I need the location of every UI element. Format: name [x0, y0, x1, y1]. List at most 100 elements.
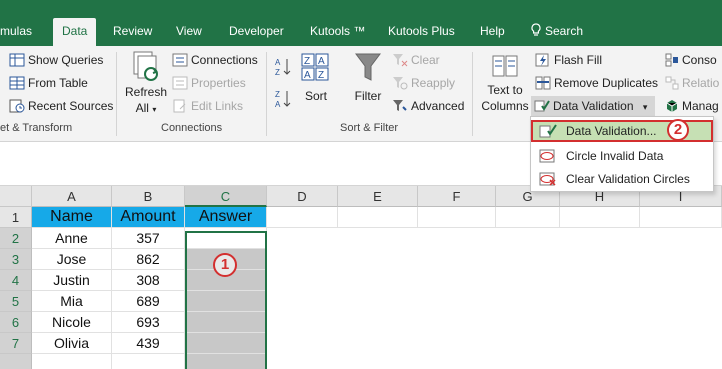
- menu-item-clear-validation-circles[interactable]: Clear Validation Circles: [531, 168, 713, 190]
- column-header-f[interactable]: F: [418, 186, 496, 207]
- cell-b1[interactable]: Amount: [112, 207, 185, 228]
- table-icon: [9, 76, 25, 90]
- text-to-columns-button[interactable]: Text to Columns: [480, 52, 530, 114]
- recent-sources-button[interactable]: Recent Sources: [9, 98, 113, 114]
- group-label-sort-filter: Sort & Filter: [340, 122, 399, 134]
- row-header-4[interactable]: 4: [0, 270, 32, 291]
- cell-answer[interactable]: [185, 354, 267, 369]
- column-header-b[interactable]: B: [112, 186, 185, 207]
- advanced-filter-button[interactable]: Advanced: [392, 98, 464, 114]
- connections-button[interactable]: Connections: [172, 52, 258, 68]
- refresh-all-button[interactable]: Refresh All ▾: [124, 50, 168, 120]
- cell-amount[interactable]: 308: [112, 270, 185, 291]
- cell-c1[interactable]: Answer: [185, 207, 267, 228]
- tab-data[interactable]: Data: [53, 18, 97, 46]
- sort-az-icon[interactable]: AZ: [274, 56, 292, 81]
- cell-d1[interactable]: [267, 207, 338, 228]
- cell-i1[interactable]: [640, 207, 722, 228]
- show-queries-button[interactable]: Show Queries: [9, 52, 103, 68]
- refresh-icon: [133, 51, 158, 81]
- tab-developer[interactable]: Developer: [229, 22, 284, 46]
- row-header-1[interactable]: 1: [0, 207, 32, 228]
- sort-button[interactable]: Z A A Z Sort: [298, 52, 334, 104]
- properties-button[interactable]: Properties: [172, 75, 246, 91]
- ribbon-tab-bar: mulas Data Review View Developer Kutools…: [0, 0, 722, 46]
- cell-name[interactable]: Nicole: [32, 312, 112, 333]
- sort-za-icon[interactable]: ZA: [274, 88, 292, 113]
- svg-text:A: A: [304, 70, 311, 81]
- tab-kutools-plus[interactable]: Kutools Plus: [388, 22, 455, 46]
- data-validation-icon: [534, 100, 550, 112]
- cell-answer[interactable]: [185, 228, 267, 249]
- row-header-5[interactable]: 5: [0, 291, 32, 312]
- tell-me-search[interactable]: Search: [530, 22, 583, 46]
- cell-name[interactable]: Mia: [32, 291, 112, 312]
- cell-answer[interactable]: [185, 333, 267, 354]
- tab-review[interactable]: Review: [113, 22, 152, 46]
- reapply-button[interactable]: Reapply: [392, 75, 455, 91]
- cell-answer[interactable]: [185, 291, 267, 312]
- svg-text:Z: Z: [318, 70, 324, 81]
- from-table-button[interactable]: From Table: [9, 75, 88, 91]
- cell-name[interactable]: Jose: [32, 249, 112, 270]
- row-header-6[interactable]: 6: [0, 312, 32, 333]
- svg-text:Z: Z: [275, 68, 280, 77]
- column-header-c[interactable]: C: [185, 186, 267, 207]
- svg-text:A: A: [275, 58, 281, 67]
- remove-duplicates-icon: [535, 76, 551, 90]
- cell-amount[interactable]: [112, 354, 185, 369]
- cell-name[interactable]: [32, 354, 112, 369]
- cell-amount[interactable]: 439: [112, 333, 185, 354]
- cell-h1[interactable]: [560, 207, 640, 228]
- clear-filter-button[interactable]: Clear: [392, 52, 440, 68]
- edit-links-button[interactable]: Edit Links: [172, 98, 243, 114]
- menu-item-circle-invalid-data[interactable]: Circle Invalid Data: [531, 145, 713, 167]
- tab-view[interactable]: View: [176, 22, 202, 46]
- filter-label: Filter: [354, 89, 382, 103]
- svg-text:Z: Z: [275, 90, 280, 99]
- cell-answer[interactable]: [185, 312, 267, 333]
- chevron-down-icon: ▾: [152, 105, 157, 114]
- tab-formulas[interactable]: mulas: [0, 22, 32, 46]
- tab-kutools[interactable]: Kutools ™: [310, 22, 365, 46]
- circle-invalid-icon: [539, 149, 555, 163]
- cell-name[interactable]: Olivia: [32, 333, 112, 354]
- row-header-3[interactable]: 3: [0, 249, 32, 270]
- consolidate-button[interactable]: Conso: [665, 52, 717, 68]
- filter-button[interactable]: Filter: [350, 52, 386, 104]
- menu-item-label: Data Validation...: [566, 124, 657, 138]
- cell-amount[interactable]: 862: [112, 249, 185, 270]
- select-all-corner[interactable]: [0, 186, 32, 207]
- row-header-7[interactable]: 7: [0, 333, 32, 354]
- tab-help[interactable]: Help: [480, 22, 505, 46]
- text-to-columns-icon: [492, 55, 518, 77]
- svg-text:A: A: [275, 100, 281, 109]
- text-to-columns-label-line2: Columns: [481, 99, 529, 113]
- relationships-icon: [665, 76, 679, 90]
- cell-a1[interactable]: Name: [32, 207, 112, 228]
- cell-name[interactable]: Justin: [32, 270, 112, 291]
- cell-amount[interactable]: 693: [112, 312, 185, 333]
- menu-item-label: Circle Invalid Data: [566, 149, 664, 163]
- svg-text:Z: Z: [304, 56, 310, 67]
- manage-data-model-button[interactable]: Manag: [665, 98, 719, 114]
- relationships-button[interactable]: Relatio: [665, 75, 719, 91]
- column-header-d[interactable]: D: [267, 186, 338, 207]
- column-header-a[interactable]: A: [32, 186, 112, 207]
- column-header-e[interactable]: E: [338, 186, 418, 207]
- cell-name[interactable]: Anne: [32, 228, 112, 249]
- row-header-8[interactable]: [0, 354, 32, 369]
- cell-f1[interactable]: [418, 207, 496, 228]
- cell-amount[interactable]: 357: [112, 228, 185, 249]
- remove-duplicates-button[interactable]: Remove Duplicates: [535, 75, 658, 91]
- step-callout-2: 2: [667, 119, 689, 141]
- cell-g1[interactable]: [496, 207, 560, 228]
- cell-e1[interactable]: [338, 207, 418, 228]
- group-label-get-transform: et & Transform: [0, 122, 73, 134]
- menu-item-label: Clear Validation Circles: [566, 172, 690, 186]
- row-header-2[interactable]: 2: [0, 228, 32, 249]
- flash-fill-button[interactable]: Flash Fill: [535, 52, 602, 68]
- cell-amount[interactable]: 689: [112, 291, 185, 312]
- data-validation-button[interactable]: Data Validation ▾: [531, 96, 655, 116]
- clear-circles-icon: [539, 172, 556, 186]
